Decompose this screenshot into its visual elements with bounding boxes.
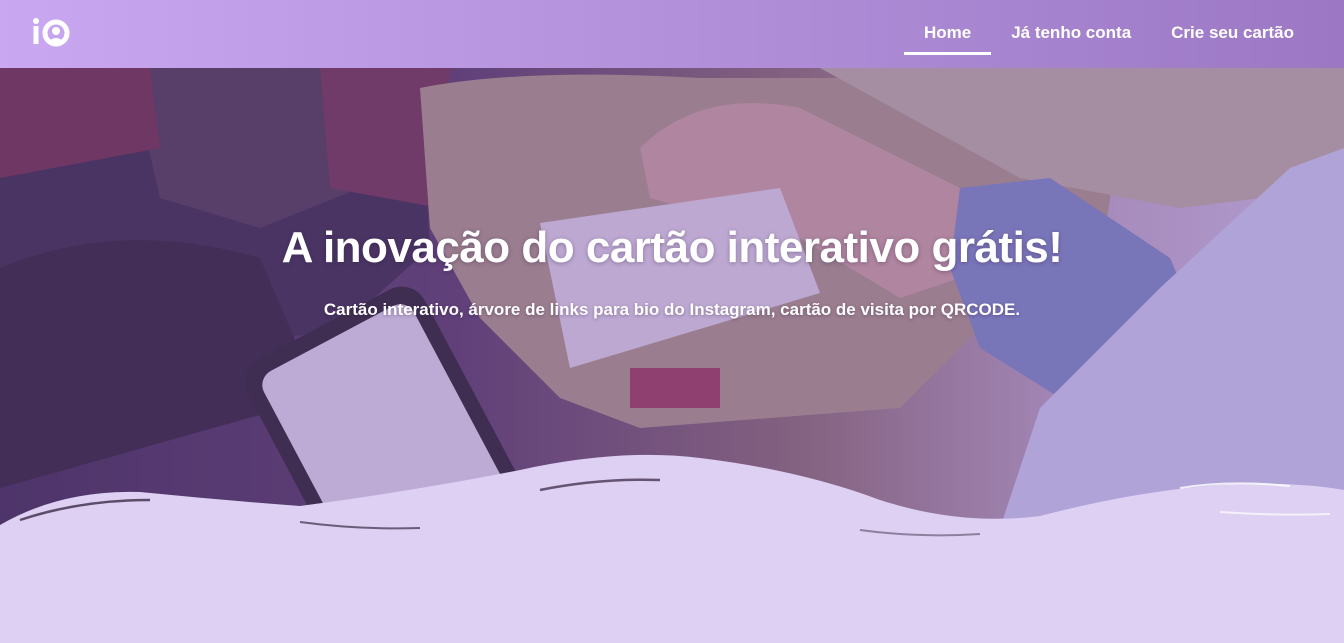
logo-icon[interactable]	[32, 16, 72, 50]
nav-home[interactable]: Home	[903, 0, 992, 66]
hero-headline: A inovação do cartão interativo grátis!	[281, 223, 1063, 272]
navbar: Home Já tenho conta Crie seu cartão	[0, 0, 1344, 68]
page: Home Já tenho conta Crie seu cartão A in…	[0, 0, 1344, 643]
main-nav: Home Já tenho conta Crie seu cartão	[903, 0, 1314, 68]
hero-subline: Cartão interativo, árvore de links para …	[323, 300, 1021, 319]
hero-section: A inovação do cartão interativo grátis! …	[0, 68, 1344, 643]
nav-login[interactable]: Já tenho conta	[991, 0, 1151, 66]
wave-divider	[0, 454, 1344, 643]
nav-create-card[interactable]: Crie seu cartão	[1151, 0, 1314, 66]
